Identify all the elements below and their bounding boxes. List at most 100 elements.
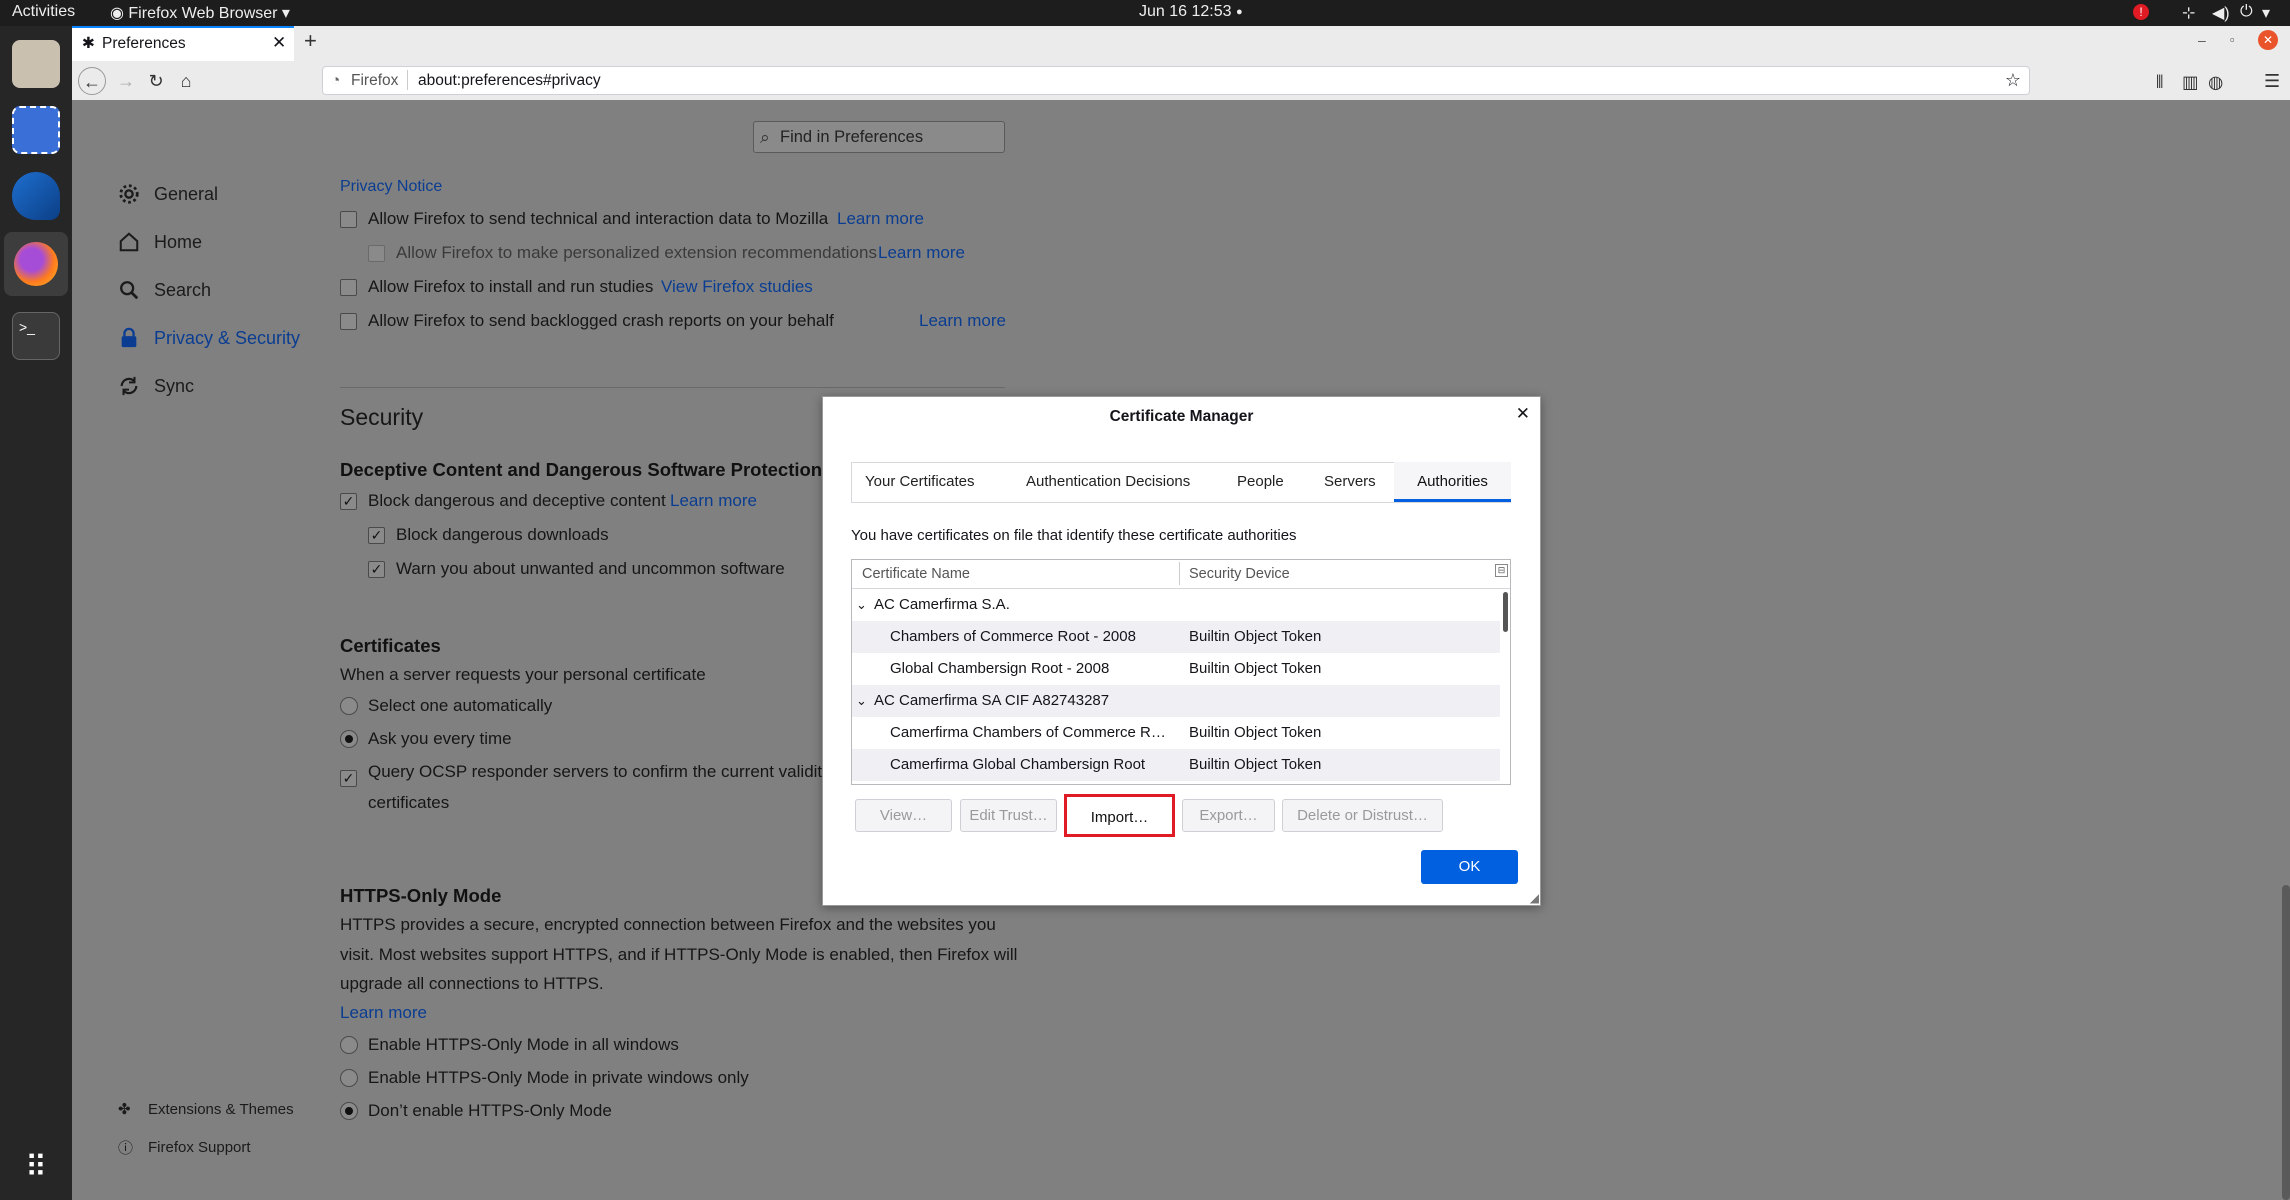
- back-button[interactable]: ←: [78, 67, 106, 95]
- activities-button[interactable]: Activities: [12, 3, 75, 21]
- block-deceptive-checkbox[interactable]: ✓: [340, 493, 357, 510]
- column-certificate-name[interactable]: Certificate Name: [862, 566, 970, 582]
- firefox-support-link[interactable]: ⓘ Firefox Support: [118, 1137, 251, 1158]
- library-icon[interactable]: ⫴: [2156, 72, 2163, 93]
- alert-icon[interactable]: !: [2133, 4, 2149, 20]
- tab-authorities[interactable]: Authorities: [1394, 462, 1511, 502]
- select-auto-radio[interactable]: [340, 697, 358, 715]
- technical-data-checkbox[interactable]: [340, 211, 357, 228]
- edit-trust-button[interactable]: Edit Trust…: [960, 799, 1057, 832]
- tree-row[interactable]: Camerfirma Global Chambersign Root Built…: [852, 749, 1500, 781]
- personalized-learn-more-link[interactable]: Learn more: [878, 243, 965, 263]
- chevron-down-icon: ⌄: [856, 693, 867, 708]
- https-all-windows-radio[interactable]: [340, 1036, 358, 1054]
- show-apps-icon[interactable]: ⠿: [12, 1144, 60, 1192]
- account-icon[interactable]: ◍: [2208, 72, 2223, 93]
- https-learn-more-link[interactable]: Learn more: [340, 1003, 427, 1023]
- network-icon[interactable]: ⊹: [2182, 3, 2195, 23]
- certificates-prompt: When a server requests your personal cer…: [340, 665, 706, 684]
- sidebar-item-privacy[interactable]: Privacy & Security: [118, 327, 300, 349]
- minimize-button[interactable]: –: [2198, 32, 2206, 48]
- crash-learn-more-link[interactable]: Learn more: [919, 311, 1006, 331]
- gear-icon: [119, 184, 139, 204]
- wireshark-icon[interactable]: [12, 172, 60, 220]
- warn-software-label: Warn you about unwanted and uncommon sof…: [396, 559, 785, 578]
- ok-button[interactable]: OK: [1421, 850, 1518, 884]
- forward-button[interactable]: →: [112, 67, 140, 95]
- tree-scrollbar[interactable]: [1503, 592, 1508, 632]
- tab-authentication-decisions[interactable]: Authentication Decisions: [1013, 462, 1203, 502]
- close-dialog-icon[interactable]: ✕: [1516, 404, 1530, 424]
- view-button[interactable]: View…: [855, 799, 952, 832]
- column-security-device[interactable]: Security Device: [1189, 566, 1290, 582]
- new-tab-button[interactable]: +: [304, 28, 317, 54]
- firefox-dock-active[interactable]: [4, 232, 68, 296]
- files-icon[interactable]: [12, 40, 60, 88]
- clock[interactable]: Jun 16 12:53: [1139, 3, 1232, 21]
- terminal-icon[interactable]: >_: [12, 312, 60, 360]
- technical-learn-more-link[interactable]: Learn more: [837, 209, 924, 229]
- home-icon[interactable]: ⌂: [172, 67, 200, 95]
- certificate-tree[interactable]: Certificate Name Security Device ⊟ ⌄ AC …: [851, 559, 1511, 785]
- resize-grip-icon[interactable]: ◢: [1530, 891, 1539, 905]
- technical-data-label: Allow Firefox to send technical and inte…: [368, 209, 829, 228]
- url-bar[interactable]: ◔ Firefox about:preferences#privacy ☆: [322, 66, 2030, 95]
- tree-row-group[interactable]: ⌄ AC Camerfirma SA CIF A82743287: [852, 685, 1500, 717]
- column-picker-icon[interactable]: ⊟: [1495, 564, 1508, 577]
- tree-row[interactable]: Global Chambersign Root - 2008 Builtin O…: [852, 653, 1500, 685]
- find-in-preferences[interactable]: ⌕ Find in Preferences: [753, 121, 1005, 153]
- delete-distrust-button[interactable]: Delete or Distrust…: [1282, 799, 1443, 832]
- view-studies-link[interactable]: View Firefox studies: [661, 277, 813, 297]
- section-divider: [340, 387, 1005, 388]
- warn-software-checkbox[interactable]: ✓: [368, 561, 385, 578]
- tree-row[interactable]: Chambers of Commerce Root - 2008 Builtin…: [852, 621, 1500, 653]
- close-window-button[interactable]: ✕: [2258, 30, 2278, 50]
- tab-preferences[interactable]: ✱ Preferences ✕: [72, 26, 294, 61]
- cert-device: Builtin Object Token: [1189, 724, 1322, 741]
- https-off-radio[interactable]: [340, 1102, 358, 1120]
- select-auto-label: Select one automatically: [368, 696, 553, 715]
- sidebar-item-sync[interactable]: Sync: [118, 375, 194, 397]
- sidebar-item-general[interactable]: General: [118, 183, 218, 205]
- personalized-label: Allow Firefox to make personalized exten…: [396, 243, 877, 262]
- power-icon[interactable]: ⏻: [2240, 3, 2253, 21]
- ocsp-checkbox[interactable]: ✓: [340, 770, 357, 787]
- tab-your-certificates[interactable]: Your Certificates: [852, 462, 988, 502]
- export-button[interactable]: Export…: [1182, 799, 1275, 832]
- screenshot-icon[interactable]: [12, 106, 60, 154]
- sidebar-toggle-icon[interactable]: ▥: [2182, 72, 2199, 93]
- chevron-down-icon: ⌄: [856, 597, 867, 612]
- https-private-radio[interactable]: [340, 1069, 358, 1087]
- search-icon: [120, 281, 139, 300]
- volume-icon[interactable]: ◀): [2212, 3, 2230, 23]
- close-tab-icon[interactable]: ✕: [272, 33, 286, 53]
- ask-every-radio[interactable]: [340, 730, 358, 748]
- sidebar-item-home[interactable]: Home: [118, 231, 202, 253]
- reload-button[interactable]: ↻: [142, 67, 170, 95]
- url-divider: [407, 70, 408, 90]
- url-text[interactable]: about:preferences#privacy: [418, 72, 601, 90]
- tree-row-group[interactable]: ⌄ AC Camerfirma S.A.: [852, 589, 1500, 621]
- page-scrollbar[interactable]: [2282, 885, 2290, 1200]
- privacy-notice-link[interactable]: Privacy Notice: [340, 178, 442, 196]
- app-menu[interactable]: ◉ Firefox Web Browser ▾: [110, 3, 290, 23]
- block-downloads-checkbox[interactable]: ✓: [368, 527, 385, 544]
- menu-icon[interactable]: ☰: [2264, 71, 2280, 92]
- sidebar-item-search[interactable]: Search: [118, 279, 211, 301]
- tree-row[interactable]: Camerfirma Chambers of Commerce R… Built…: [852, 717, 1500, 749]
- tab-servers[interactable]: Servers: [1311, 462, 1389, 502]
- block-deceptive-learn-more-link[interactable]: Learn more: [670, 491, 757, 511]
- browser-chrome: ✱ Preferences ✕ + – ▫ ✕ ← → ↻ ⌂ ◔ Firefo…: [72, 26, 2290, 100]
- personalized-checkbox[interactable]: [368, 245, 385, 262]
- system-menu-chevron-icon[interactable]: ▾: [2262, 3, 2270, 23]
- crash-reports-checkbox[interactable]: [340, 313, 357, 330]
- studies-checkbox[interactable]: [340, 279, 357, 296]
- extensions-themes-link[interactable]: ✤ Extensions & Themes: [118, 1100, 294, 1119]
- import-button[interactable]: Import…: [1064, 794, 1175, 837]
- tab-people[interactable]: People: [1224, 462, 1297, 502]
- authorities-description: You have certificates on file that ident…: [851, 527, 1297, 544]
- bookmark-star-icon[interactable]: ☆: [2005, 70, 2021, 91]
- crash-reports-label: Allow Firefox to send backlogged crash r…: [368, 311, 834, 330]
- column-divider[interactable]: [1179, 562, 1180, 585]
- maximize-button[interactable]: ▫: [2230, 32, 2235, 47]
